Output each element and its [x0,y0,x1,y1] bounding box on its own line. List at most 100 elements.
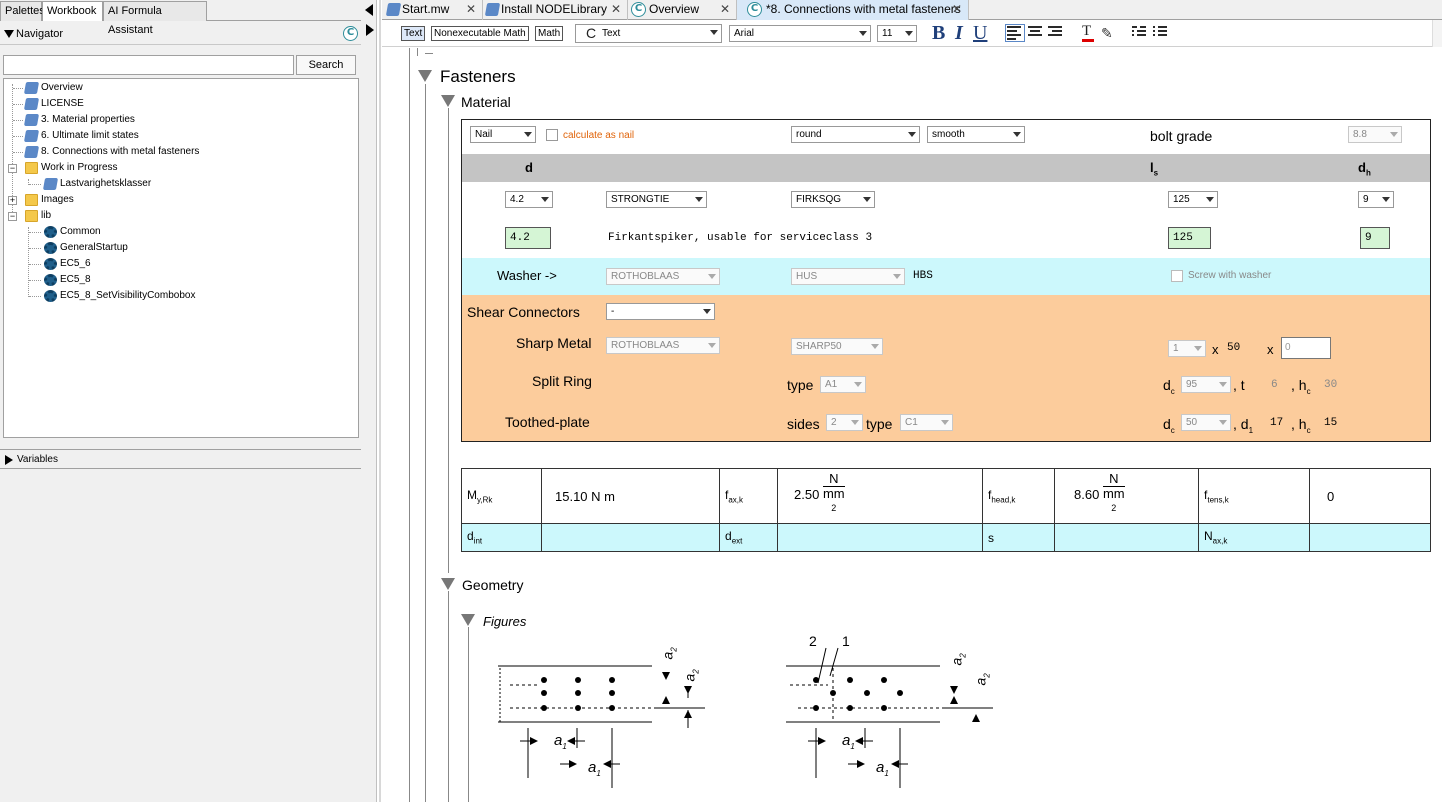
tooth-dc-combo[interactable]: 50 [1181,414,1231,431]
align-center-icon[interactable] [1028,26,1044,40]
align-left-icon[interactable] [1005,24,1025,42]
panel-splitter[interactable] [361,0,377,802]
collapse-toggle-icon[interactable]: − [8,164,17,173]
collapse-left-arrow-icon[interactable] [365,4,373,16]
tab-install-nodelibrary[interactable]: Install NODELibrary ✕ [483,0,628,20]
figure-callout-2: 2 [809,633,817,649]
a2-label: a2 [659,647,679,660]
font-combo[interactable]: Arial [729,25,871,42]
fastener-description: Firkantspiker, usable for serviceclass 3 [608,232,873,244]
figure-callout-1: 1 [842,633,850,649]
fastener-type-combo[interactable]: Nail [470,126,536,143]
highlight-pen-icon[interactable]: ✎ [1101,25,1113,42]
text-mode-button[interactable]: Text [401,26,426,41]
calc-as-nail-checkbox[interactable] [546,129,558,141]
scrollbar[interactable] [1432,20,1442,47]
bold-button[interactable]: B [932,23,945,43]
surface-combo[interactable]: smooth [927,126,1025,143]
tree-item-connections-metal-fasteners[interactable]: 8. Connections with metal fasteners [23,144,199,160]
close-icon[interactable]: ✕ [611,0,621,19]
folder-icon [25,210,38,222]
variables-header[interactable]: Variables [0,449,361,469]
close-icon[interactable]: ✕ [466,0,476,19]
tab-connections-metal-fasteners[interactable]: C *8. Connections with metal fasteners ✕ [737,0,969,20]
screw-with-washer-checkbox[interactable] [1171,270,1183,282]
close-icon[interactable]: ✕ [720,0,730,19]
manufacturer-combo[interactable]: STRONGTIE [606,191,707,208]
sharp-count-combo[interactable]: 1 [1168,340,1206,357]
navigator-search-input[interactable] [3,55,294,75]
tab-ai-formula-assistant[interactable]: AI Formula Assistant [103,1,207,36]
tree-item-license[interactable]: LICENSE [23,96,84,112]
underline-button[interactable]: U [973,23,987,43]
section-toggle-icon[interactable] [441,95,455,107]
diameter-combo[interactable]: 4.2 [505,191,553,208]
col-d-label: d [525,160,533,175]
sharp-metal-label: Sharp Metal [516,335,592,351]
collapse-toggle-icon[interactable]: − [8,212,17,221]
sharp-input[interactable]: 0 [1281,337,1331,359]
split-type-combo[interactable]: A1 [820,376,866,393]
style-combo[interactable]: C Text [575,24,722,43]
expand-right-arrow-icon[interactable] [366,24,374,36]
tree-folder-work-in-progress[interactable]: Work in Progress [25,160,118,176]
washer-label: Washer -> [497,268,557,283]
tree-item-common[interactable]: Common [44,224,101,240]
tree-item-lastvarighetsklasser[interactable]: Lastvarighetsklasser [42,176,151,192]
gear-icon [44,242,57,254]
tooth-type-combo[interactable]: C1 [900,414,953,431]
tab-start-mw[interactable]: Start.mw ✕ [384,0,483,20]
expand-toggle-icon[interactable]: + [8,196,17,205]
split-ring-label: Split Ring [532,373,592,389]
text-color-icon[interactable]: T [1082,23,1094,42]
tree-item-generalstartup[interactable]: GeneralStartup [44,240,128,256]
collapse-triangle-icon[interactable] [4,30,14,38]
close-icon[interactable]: ✕ [952,0,962,19]
tree-item-ec5-8-setvisibilitycombobox[interactable]: EC5_8_SetVisibilityCombobox [44,288,195,304]
maple-c-icon: C [747,2,762,17]
section-toggle-icon[interactable] [461,614,475,626]
split-dc-combo[interactable]: 95 [1181,376,1231,393]
sharp-maker-combo[interactable]: ROTHOBLAAS [606,337,720,354]
section-title-fasteners: Fasteners [440,67,516,86]
head-diameter-combo[interactable]: 9 [1358,191,1394,208]
section-toggle-icon[interactable] [441,578,455,590]
align-right-icon[interactable] [1048,26,1064,40]
washer-product-combo[interactable]: HUS [791,268,905,285]
tab-palettes[interactable]: Palettes [0,1,45,21]
font-size-combo[interactable]: 11 [877,25,917,42]
tree-item-ultimate-limit-states[interactable]: 6. Ultimate limit states [23,128,139,144]
numbered-list-icon[interactable] [1153,26,1169,40]
tree-folder-lib[interactable]: lib [25,208,51,224]
bolt-grade-combo[interactable]: 8.8 [1348,126,1402,143]
left-panel: Palettes Workbook AI Formula Assistant N… [0,0,361,802]
math-mode-button[interactable]: Math [535,26,564,41]
tree-item-ec5-8[interactable]: EC5_8 [44,272,91,288]
tree-folder-images[interactable]: Images [25,192,74,208]
tab-workbook[interactable]: Workbook [42,1,103,21]
expand-triangle-icon[interactable] [5,455,13,465]
tree-item-overview[interactable]: Overview [23,80,83,96]
section-toggle-icon[interactable] [418,70,432,82]
nonexecutable-math-button[interactable]: Nonexecutable Math [431,26,529,41]
length-combo[interactable]: 125 [1168,191,1218,208]
search-button[interactable]: Search [296,55,356,75]
washer-maker-combo[interactable]: ROTHOBLAAS [606,268,720,285]
navigator-header[interactable]: Navigator C [0,23,361,45]
worksheet-icon [42,178,59,190]
split-t-value: 6 [1271,379,1278,391]
sharp-product-combo[interactable]: SHARP50 [791,338,883,355]
shear-connectors-panel: Shear Connectors - Sharp Metal ROTHOBLAA… [462,295,1430,441]
tab-overview[interactable]: C Overview ✕ [628,0,737,20]
shape-combo[interactable]: round [791,126,920,143]
tree-item-ec5-6[interactable]: EC5_6 [44,256,91,272]
italic-button[interactable]: I [955,23,963,43]
product-combo[interactable]: FIRKSQG [791,191,875,208]
shear-connector-combo[interactable]: - [606,303,715,320]
tooth-sides-combo[interactable]: 2 [826,414,863,431]
tree-item-material-properties[interactable]: 3. Material properties [23,112,135,128]
worksheet-icon [23,114,40,126]
bullet-list-icon[interactable] [1132,26,1148,40]
section-title-figures: Figures [483,614,527,629]
navigator-tree: Overview LICENSE 3. Material properties … [3,78,359,438]
